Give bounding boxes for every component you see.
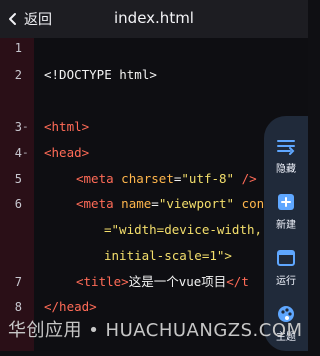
code-line[interactable]: <title>这是一个vue项目</t xyxy=(76,272,249,292)
line-number: 4- xyxy=(0,143,34,163)
run-label: 运行 xyxy=(276,276,296,287)
new-button[interactable]: 新建 xyxy=(264,188,308,244)
hide-button[interactable]: 隐藏 xyxy=(264,132,308,188)
run-button[interactable]: 运行 xyxy=(264,244,308,300)
fold-toggle-icon[interactable]: - xyxy=(22,117,32,137)
line-number: 3- xyxy=(0,117,34,137)
file-title: index.html xyxy=(114,9,194,27)
top-bar: 返回 index.html xyxy=(0,0,308,38)
line-number: 2 xyxy=(14,68,22,82)
code-line-wrap[interactable]: initial-scale=1"> xyxy=(104,246,232,266)
new-label: 新建 xyxy=(276,220,296,231)
code-editor[interactable]: 1 2 3- 4- 5 6 7 8 <!DOCTYPE html> <html>… xyxy=(0,38,308,351)
code-line-wrap[interactable]: ="width=device-width, xyxy=(104,220,262,240)
watermark: 华创应用 • HUACHUANGZS.COM xyxy=(8,320,303,341)
line-number: 6 xyxy=(14,197,22,211)
code-line[interactable]: <meta name="viewport" con xyxy=(76,194,264,214)
run-window-icon xyxy=(277,249,295,267)
code-line[interactable]: <html> xyxy=(44,117,89,137)
fold-toggle-icon[interactable]: - xyxy=(22,143,32,163)
line-number: 7 xyxy=(14,275,22,289)
line-number: 5 xyxy=(14,172,22,186)
code-line[interactable]: <meta charset="utf-8" /> xyxy=(76,169,257,189)
code-line[interactable]: <!DOCTYPE html> xyxy=(44,65,157,85)
hide-label: 隐藏 xyxy=(276,164,296,175)
plus-icon xyxy=(277,193,295,211)
code-line[interactable]: <head> xyxy=(44,143,89,163)
line-number: 1 xyxy=(14,41,22,55)
hide-icon xyxy=(277,137,295,155)
code-line[interactable]: </head> xyxy=(44,297,97,317)
line-number: 8 xyxy=(14,300,22,314)
